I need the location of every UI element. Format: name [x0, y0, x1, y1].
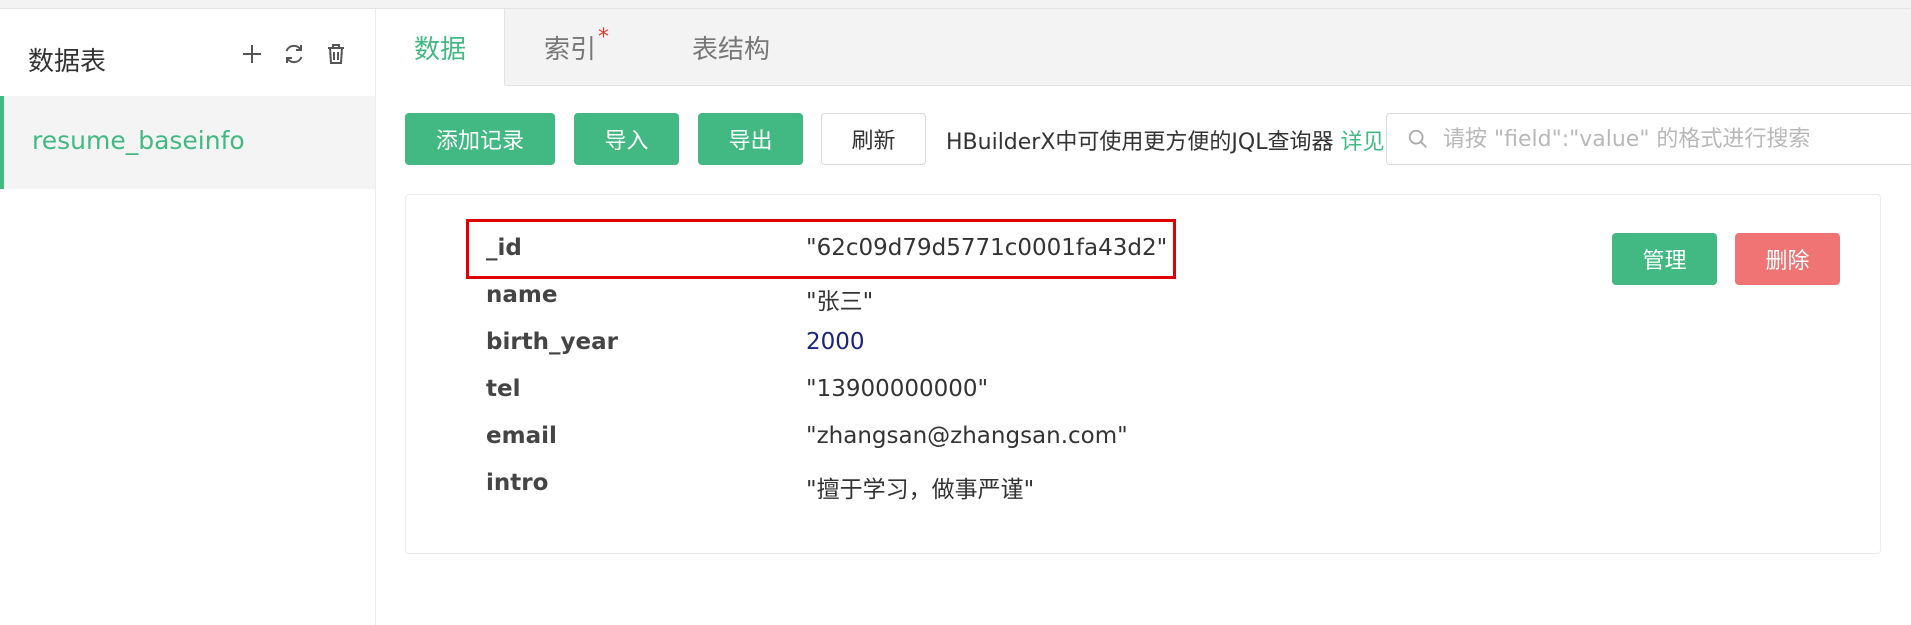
jql-hint-link[interactable]: 详见 [1340, 130, 1384, 155]
record-actions: 管理 删除 [1612, 233, 1840, 285]
field-key: _id [486, 235, 522, 261]
refresh-button[interactable]: 刷新 [821, 113, 926, 165]
field-value: "张三" [806, 289, 874, 315]
add-record-button[interactable]: 添加记录 [405, 113, 555, 165]
search-icon [1408, 129, 1427, 148]
delete-button[interactable]: 删除 [1735, 233, 1840, 285]
window-top-strip [0, 0, 1911, 9]
field-key: birth_year [486, 329, 619, 355]
refresh-icon[interactable] [281, 39, 307, 69]
export-button[interactable]: 导出 [698, 113, 803, 165]
field-value: "zhangsan@zhangsan.com" [806, 423, 1128, 449]
tab-label: 索引 [544, 34, 597, 65]
field-row-intro: intro "擅于学习，做事严谨" [406, 470, 1606, 510]
sidebar-header: 数据表 [0, 9, 375, 96]
sidebar-actions [239, 39, 349, 69]
import-button[interactable]: 导入 [574, 113, 679, 165]
field-row-email: email "zhangsan@zhangsan.com" [406, 423, 1606, 463]
record-card: _id "62c09d79d5771c0001fa43d2" name "张三"… [405, 194, 1881, 554]
field-key: name [486, 282, 558, 308]
jql-hint-text: HBuilderX中可使用更方便的JQL查询器 [946, 130, 1341, 155]
sidebar-item-label: resume_baseinfo [32, 126, 245, 155]
tab-data[interactable]: 数据 [376, 9, 505, 86]
manage-button[interactable]: 管理 [1612, 233, 1717, 285]
sidebar-item-resume-baseinfo[interactable]: resume_baseinfo [0, 96, 375, 189]
search-box[interactable] [1386, 113, 1911, 165]
toolbar: 添加记录 导入 导出 刷新 [405, 113, 926, 165]
field-row-id: _id "62c09d79d5771c0001fa43d2" [406, 235, 1606, 275]
field-key: email [486, 423, 557, 449]
trash-icon[interactable] [323, 39, 349, 69]
tab-schema[interactable]: 表结构 [692, 9, 770, 85]
tab-label: 数据 [413, 34, 466, 65]
tab-label: 表结构 [692, 34, 771, 65]
field-key: intro [486, 470, 549, 496]
add-icon[interactable] [239, 39, 265, 69]
field-row-name: name "张三" [406, 282, 1606, 322]
field-value: "62c09d79d5771c0001fa43d2" [806, 235, 1168, 261]
field-value: "13900000000" [806, 376, 989, 402]
tab-bar: 数据 索引 * 表结构 [376, 9, 1911, 86]
search-input[interactable] [1441, 125, 1885, 153]
sidebar-title: 数据表 [28, 47, 107, 77]
field-value: 2000 [806, 329, 865, 355]
field-row-tel: tel "13900000000" [406, 376, 1606, 416]
field-value: "擅于学习，做事严谨" [806, 477, 1035, 503]
field-row-birth-year: birth_year 2000 [406, 329, 1606, 369]
jql-hint: HBuilderX中可使用更方便的JQL查询器 详见 [946, 124, 1385, 156]
tab-index[interactable]: 索引 * [544, 9, 609, 85]
table-sidebar: 数据表 resume_baseinfo [0, 9, 376, 625]
unsaved-star-icon: * [598, 24, 610, 50]
field-key: tel [486, 376, 521, 402]
